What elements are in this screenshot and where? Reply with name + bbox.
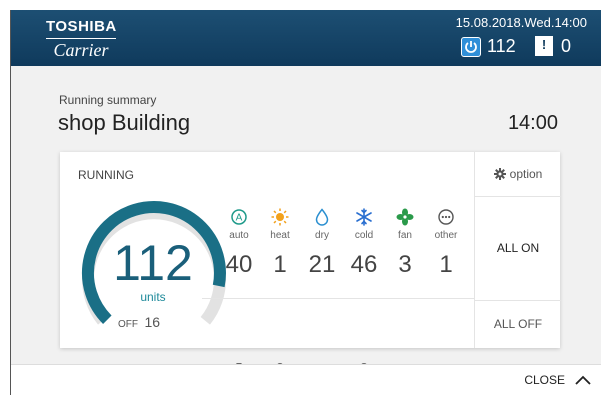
brand-logo: TOSHIBA Carrier xyxy=(46,18,116,60)
brand-divider xyxy=(46,38,116,39)
option-label: option xyxy=(509,167,543,181)
mode-count: 21 xyxy=(308,251,336,278)
mode-dry: dry 21 - xyxy=(302,208,342,375)
mode-name: auto xyxy=(229,230,249,241)
chevron-up-icon xyxy=(575,375,591,385)
option-button[interactable]: option xyxy=(475,152,561,197)
brand-name: TOSHIBA xyxy=(46,18,117,35)
mode-other: other 1 - xyxy=(426,208,466,375)
datetime: 15.08.2018.Wed.14:00 xyxy=(455,15,587,30)
off-count: 16 xyxy=(144,314,161,330)
off-label: OFF xyxy=(118,319,138,330)
running-summary-card: RUNNING 112 units OFF 16 A auto 40 5 xyxy=(60,152,561,375)
off-count-row: OFF 16 xyxy=(118,314,160,332)
page-title: shop Building xyxy=(58,110,191,135)
close-button[interactable]: CLOSE xyxy=(524,373,591,387)
mode-count: 3 xyxy=(398,251,412,278)
mode-count: 46 xyxy=(350,251,378,278)
mode-cold: cold 46 8 xyxy=(344,208,384,375)
summary-label: Running summary xyxy=(59,93,157,107)
mode-fan: fan 3 - xyxy=(385,208,425,375)
running-count: 112 xyxy=(113,235,193,291)
mode-divider xyxy=(202,298,474,299)
alert-count: 0 xyxy=(561,36,572,56)
power-count: 112 xyxy=(487,36,516,56)
mode-name: other xyxy=(434,230,458,241)
app-window: TOSHIBA Carrier 15.08.2018.Wed.14:00 112… xyxy=(10,10,601,395)
snowflake-icon xyxy=(356,208,372,226)
sun-icon xyxy=(271,208,289,226)
current-time: 14:00 xyxy=(507,112,558,134)
close-label: CLOSE xyxy=(524,373,565,387)
main-panel: Running summary shop Building 14:00 RUNN… xyxy=(11,66,601,375)
mode-name: heat xyxy=(270,230,290,241)
alert-icon[interactable]: ! xyxy=(535,36,553,56)
svg-text:A: A xyxy=(236,213,243,224)
auto-mode-icon: A xyxy=(231,209,247,225)
footer-bar: CLOSE xyxy=(11,364,601,395)
alert-icon-mark: ! xyxy=(541,37,547,52)
fan-icon xyxy=(396,208,414,226)
all-off-button[interactable]: ALL OFF xyxy=(475,300,561,348)
more-icon xyxy=(438,209,454,225)
droplet-icon xyxy=(315,208,329,226)
status-label: RUNNING xyxy=(78,168,134,182)
all-on-button[interactable]: ALL ON xyxy=(475,196,561,301)
mode-name: cold xyxy=(354,230,374,241)
units-label: units xyxy=(140,290,166,304)
mode-auto: A auto 40 5 xyxy=(219,208,259,375)
mode-count: 1 xyxy=(439,251,453,278)
mode-count: 40 xyxy=(225,251,253,278)
gear-icon xyxy=(493,168,506,180)
mode-heat: heat 1 3 xyxy=(260,208,300,375)
brand-subname: Carrier xyxy=(53,40,109,60)
header-bar: TOSHIBA Carrier 15.08.2018.Wed.14:00 112… xyxy=(11,10,601,66)
action-column: option ALL ON ALL OFF xyxy=(474,152,561,348)
power-symbol xyxy=(465,41,477,53)
mode-count: 1 xyxy=(273,251,287,278)
mode-name: fan xyxy=(398,230,412,241)
power-icon[interactable] xyxy=(461,37,481,57)
mode-name: dry xyxy=(315,230,329,241)
